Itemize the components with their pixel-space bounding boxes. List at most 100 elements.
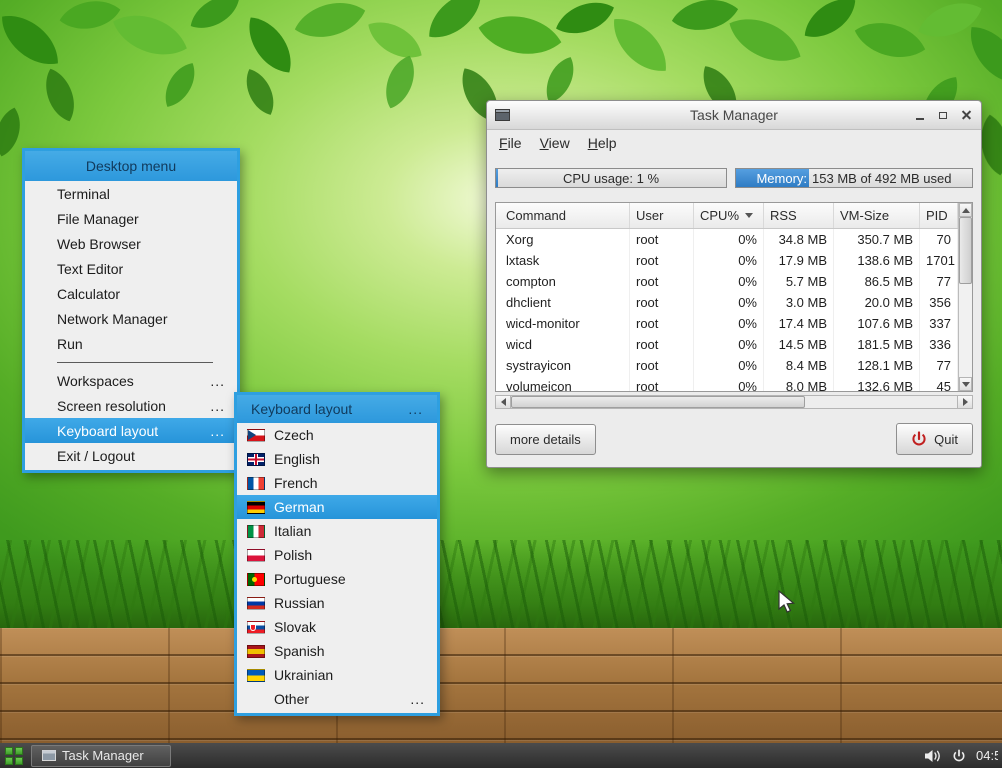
column-header-command[interactable]: Command	[496, 203, 630, 228]
scroll-left-icon[interactable]	[495, 395, 511, 409]
cell-command: systrayicon	[496, 355, 630, 376]
taskbar-task-button[interactable]: Task Manager	[31, 745, 171, 767]
keyboard-layout-item-german[interactable]: German	[237, 495, 437, 519]
process-row-wicd[interactable]: wicdroot0%14.5 MB181.5 MB336	[496, 334, 958, 355]
keyboard-layout-item-russian[interactable]: Russian	[237, 591, 437, 615]
column-header-vm-size[interactable]: VM-Size	[834, 203, 920, 228]
process-row-wicd-monitor[interactable]: wicd-monitorroot0%17.4 MB107.6 MB337	[496, 313, 958, 334]
russian-flag-icon	[247, 597, 265, 610]
maximize-icon[interactable]	[936, 108, 950, 122]
desktop-menu-item-screen-resolution[interactable]: Screen resolution...	[25, 393, 237, 418]
power-icon[interactable]	[952, 749, 966, 763]
cell-rss: 17.9 MB	[764, 250, 834, 271]
cpu-usage-label: CPU usage: 1 %	[563, 171, 659, 186]
process-row-xorg[interactable]: Xorgroot0%34.8 MB350.7 MB70	[496, 229, 958, 250]
desktop-menu-item-network-manager[interactable]: Network Manager	[25, 306, 237, 331]
cell-cpu: 0%	[694, 271, 764, 292]
cell-command: volumeicon	[496, 376, 630, 391]
horizontal-scroll-thumb[interactable]	[511, 396, 805, 408]
menu-item-label: Keyboard layout	[57, 423, 158, 439]
cell-vm-size: 350.7 MB	[834, 229, 920, 250]
menu-item-label: Czech	[274, 427, 314, 443]
horizontal-scrollbar[interactable]	[495, 395, 973, 409]
vertical-scroll-track[interactable]	[959, 217, 972, 377]
cell-pid: 45	[920, 376, 958, 391]
desktop-menu-title-label: Desktop menu	[86, 158, 176, 174]
keyboard-layout-item-portuguese[interactable]: Portuguese	[237, 567, 437, 591]
keyboard-layout-item-polish[interactable]: Polish	[237, 543, 437, 567]
column-header-user[interactable]: User	[630, 203, 694, 228]
cell-cpu: 0%	[694, 313, 764, 334]
keyboard-layout-item-italian[interactable]: Italian	[237, 519, 437, 543]
volume-icon[interactable]	[924, 749, 942, 763]
desktop-menu-item-calculator[interactable]: Calculator	[25, 281, 237, 306]
desktop-menu-item-file-manager[interactable]: File Manager	[25, 206, 237, 231]
window-icon	[42, 750, 56, 761]
cell-rss: 8.4 MB	[764, 355, 834, 376]
menu-item-label: Russian	[274, 595, 325, 611]
desktop-menu-item-run[interactable]: Run	[25, 331, 237, 356]
cell-vm-size: 138.6 MB	[834, 250, 920, 271]
desktop-menu-title: Desktop menu	[25, 151, 237, 181]
process-row-lxtask[interactable]: lxtaskroot0%17.9 MB138.6 MB1701	[496, 250, 958, 271]
cell-command: lxtask	[496, 250, 630, 271]
scroll-up-icon[interactable]	[959, 203, 972, 217]
minimize-icon[interactable]	[913, 108, 927, 122]
start-menu-icon[interactable]	[4, 746, 24, 766]
menu-item-label: Run	[57, 336, 83, 352]
process-row-volumeicon[interactable]: volumeiconroot0%8.0 MB132.6 MB45	[496, 376, 958, 391]
desktop-menu-item-web-browser[interactable]: Web Browser	[25, 231, 237, 256]
clock[interactable]: 04:5	[976, 748, 998, 763]
desktop-menu-item-exit-logout[interactable]: Exit / Logout	[25, 443, 237, 468]
process-row-systrayicon[interactable]: systrayiconroot0%8.4 MB128.1 MB77	[496, 355, 958, 376]
keyboard-layout-item-english[interactable]: English	[237, 447, 437, 471]
vertical-scroll-thumb[interactable]	[959, 217, 972, 284]
cell-user: root	[630, 313, 694, 334]
column-header-rss[interactable]: RSS	[764, 203, 834, 228]
quit-button[interactable]: Quit	[896, 423, 973, 455]
desktop-menu-item-text-editor[interactable]: Text Editor	[25, 256, 237, 281]
desktop-menu-item-workspaces[interactable]: Workspaces...	[25, 368, 237, 393]
submenu-ellipsis: ...	[408, 401, 423, 417]
french-flag-icon	[247, 477, 265, 490]
menu-item-label: Workspaces	[57, 373, 134, 389]
polish-flag-icon	[247, 549, 265, 562]
more-details-button[interactable]: more details	[495, 424, 596, 455]
cell-vm-size: 86.5 MB	[834, 271, 920, 292]
keyboard-layout-item-french[interactable]: French	[237, 471, 437, 495]
desktop-menu-item-keyboard-layout[interactable]: Keyboard layout...	[25, 418, 237, 443]
keyboard-layout-items: Czech EnglishFrenchGermanItalianPolishPor…	[237, 423, 437, 711]
column-header-cpu[interactable]: CPU%	[694, 203, 764, 228]
scroll-right-icon[interactable]	[957, 395, 973, 409]
keyboard-layout-item-czech[interactable]: Czech	[237, 423, 437, 447]
sort-descending-icon	[745, 213, 753, 218]
process-row-dhclient[interactable]: dhclientroot0%3.0 MB20.0 MB356	[496, 292, 958, 313]
menubar-file[interactable]: File	[491, 132, 530, 154]
cell-user: root	[630, 376, 694, 391]
menubar-help[interactable]: Help	[580, 132, 625, 154]
keyboard-layout-item-other[interactable]: Other...	[237, 687, 437, 711]
table-body: Xorgroot0%34.8 MB350.7 MB70lxtaskroot0%1…	[496, 229, 958, 391]
cell-pid: 1701	[920, 250, 958, 271]
keyboard-layout-item-slovak[interactable]: Slovak	[237, 615, 437, 639]
process-row-compton[interactable]: comptonroot0%5.7 MB86.5 MB77	[496, 271, 958, 292]
menu-item-label: Text Editor	[57, 261, 123, 277]
menu-item-label: Web Browser	[57, 236, 141, 252]
window-titlebar[interactable]: Task Manager	[487, 101, 981, 130]
cell-pid: 336	[920, 334, 958, 355]
keyboard-layout-item-spanish[interactable]: Spanish	[237, 639, 437, 663]
menubar-view[interactable]: View	[532, 132, 578, 154]
close-icon[interactable]	[959, 108, 973, 122]
desktop-menu-item-terminal[interactable]: Terminal	[25, 181, 237, 206]
cell-pid: 77	[920, 271, 958, 292]
submenu-ellipsis: ...	[210, 423, 225, 439]
horizontal-scroll-track[interactable]	[511, 395, 957, 409]
vertical-scrollbar[interactable]	[958, 203, 972, 391]
cell-command: compton	[496, 271, 630, 292]
column-header-pid[interactable]: PID	[920, 203, 958, 228]
cell-vm-size: 107.6 MB	[834, 313, 920, 334]
keyboard-layout-item-ukrainian[interactable]: Ukrainian	[237, 663, 437, 687]
desktop-menu-popup: Desktop menu Terminal File Manager Web Bro…	[22, 148, 240, 473]
scroll-down-icon[interactable]	[959, 377, 972, 391]
menu-item-label: File Manager	[57, 211, 139, 227]
